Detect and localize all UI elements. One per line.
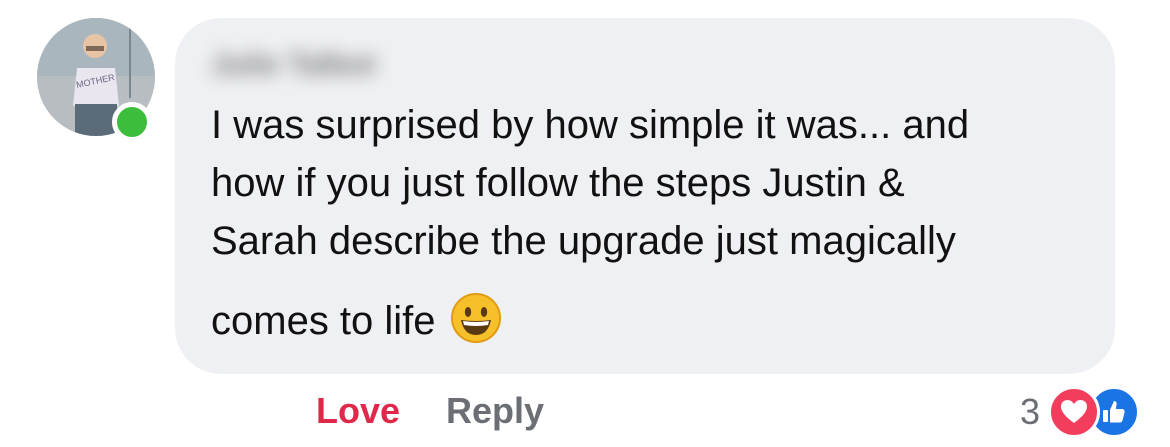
comment-line-last: comes to life — [211, 292, 1091, 350]
love-button[interactable]: Love — [316, 390, 400, 431]
grinning-face-emoji-icon — [450, 293, 501, 344]
comment-line: Sarah describe the upgrade just magicall… — [211, 219, 956, 263]
reactions-summary[interactable]: 3 — [1019, 386, 1140, 438]
online-status-indicator — [112, 102, 152, 142]
comment-text: I was surprised by how simple it was... … — [211, 96, 1091, 350]
comment-actions: Love Reply — [316, 390, 544, 432]
comment-bubble: Julie Talbot I was surprised by how simp… — [175, 18, 1115, 374]
comment-author[interactable]: Julie Talbot — [211, 48, 375, 82]
reaction-count: 3 — [1019, 391, 1040, 432]
comment-line: I was surprised by how simple it was... … — [211, 103, 970, 147]
comment-line: comes to life — [211, 299, 436, 343]
reply-button[interactable]: Reply — [446, 390, 544, 431]
comment-line: how if you just follow the steps Justin … — [211, 161, 905, 205]
heart-reaction-icon — [1048, 386, 1100, 438]
